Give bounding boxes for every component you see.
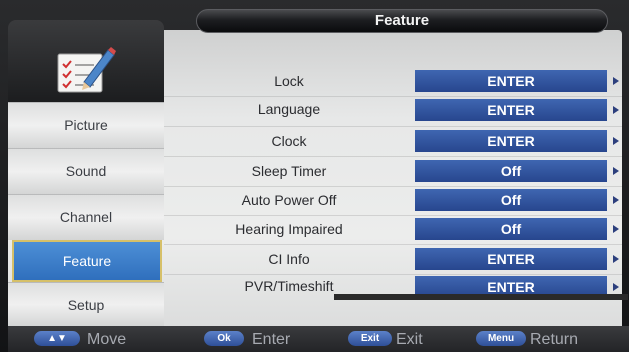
move-hint-label: Move bbox=[87, 331, 127, 348]
triangle-right-icon bbox=[613, 77, 619, 85]
enter-hint-label: Enter bbox=[252, 331, 291, 348]
menu-row-label: Language bbox=[257, 101, 321, 117]
sidebar-item-picture[interactable]: Picture bbox=[8, 102, 164, 148]
tv-menu-screen: Feature Picture Sound Channel Feature Se… bbox=[0, 0, 629, 352]
footer-hint-bar: ▲▼ Move Ok Enter Exit Exit Menu Return bbox=[8, 326, 629, 352]
menu-row-label: Sleep Timer bbox=[251, 163, 327, 179]
sidebar-item-sound[interactable]: Sound bbox=[8, 148, 164, 194]
page-title: Feature bbox=[196, 9, 608, 33]
menu-row-value[interactable]: Off bbox=[415, 160, 607, 182]
triangle-right-icon bbox=[613, 137, 619, 145]
menu-row-value[interactable]: ENTER bbox=[415, 248, 607, 270]
sidebar-item-label: Feature bbox=[62, 253, 112, 269]
menu-row-value[interactable]: Off bbox=[415, 218, 607, 240]
category-icon-box bbox=[8, 20, 164, 102]
ok-key-badge: Ok bbox=[204, 331, 244, 346]
menu-row-value[interactable]: Off bbox=[415, 189, 607, 211]
menu-row-language[interactable]: Language ENTER bbox=[164, 97, 622, 126]
menu-row-label: Lock bbox=[274, 73, 304, 89]
menu-row-value[interactable]: ENTER bbox=[415, 99, 607, 121]
menu-row-value[interactable]: ENTER bbox=[415, 130, 607, 152]
menu-row-lock[interactable]: Lock ENTER bbox=[164, 67, 622, 96]
sidebar-item-label: Channel bbox=[59, 209, 113, 225]
overlay-line bbox=[334, 294, 628, 300]
menu-row-hearing-impaired[interactable]: Hearing Impaired Off bbox=[164, 215, 622, 244]
menu-row-clock[interactable]: Clock ENTER bbox=[164, 127, 622, 156]
triangle-right-icon bbox=[613, 255, 619, 263]
triangle-right-icon bbox=[613, 283, 619, 291]
exit-hint-label: Exit bbox=[396, 331, 423, 348]
menu-row-value[interactable]: ENTER bbox=[415, 70, 607, 92]
menu-row-label: Clock bbox=[271, 133, 307, 149]
exit-key-badge: Exit bbox=[348, 331, 392, 346]
sidebar-item-setup[interactable]: Setup bbox=[8, 282, 164, 326]
menu-row-label: Auto Power Off bbox=[241, 192, 337, 208]
menu-row-ci-info[interactable]: CI Info ENTER bbox=[164, 245, 622, 274]
return-hint-label: Return bbox=[530, 331, 579, 348]
menu-row-label: PVR/Timeshift bbox=[244, 278, 334, 294]
sidebar-item-feature[interactable]: Feature bbox=[12, 240, 162, 282]
move-key-badge: ▲▼ bbox=[34, 331, 80, 346]
menu-row-label: CI Info bbox=[268, 251, 310, 267]
checklist-pencil-icon bbox=[57, 47, 116, 93]
triangle-right-icon bbox=[613, 167, 619, 175]
menu-row-label: Hearing Impaired bbox=[235, 221, 343, 237]
sidebar-item-label: Picture bbox=[64, 117, 108, 133]
sidebar-item-label: Sound bbox=[65, 163, 107, 179]
menu-row-auto-power-off[interactable]: Auto Power Off Off bbox=[164, 186, 622, 215]
sidebar-item-label: Setup bbox=[67, 297, 105, 313]
triangle-right-icon bbox=[613, 106, 619, 114]
menu-row-sleep-timer[interactable]: Sleep Timer Off bbox=[164, 157, 622, 186]
sidebar-item-channel[interactable]: Channel bbox=[8, 194, 164, 240]
triangle-right-icon bbox=[613, 225, 619, 233]
menu-key-badge: Menu bbox=[476, 331, 526, 346]
triangle-right-icon bbox=[613, 196, 619, 204]
